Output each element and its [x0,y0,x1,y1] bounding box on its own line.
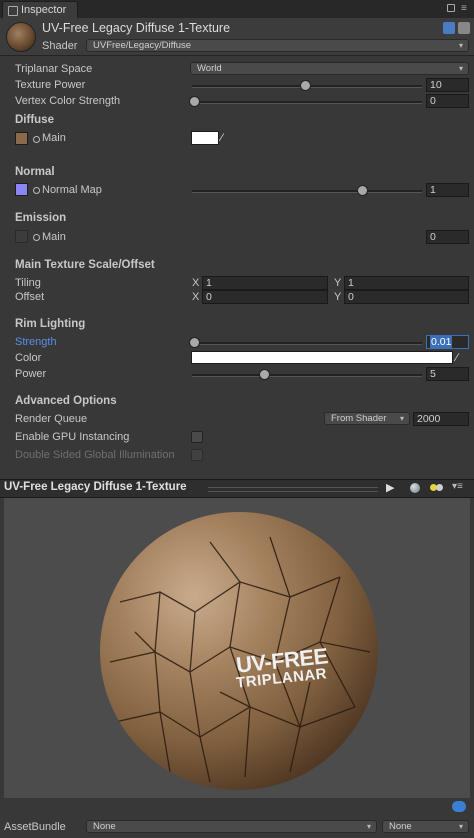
advanced-options-heading: Advanced Options [15,395,117,407]
rim-color-swatch[interactable] [191,351,453,364]
asset-bundle-label: AssetBundle [4,821,66,833]
shader-dropdown[interactable]: UVFree/Legacy/Diffuse ▾ [86,39,469,52]
rim-power-field[interactable]: 5 [426,367,469,381]
material-thumbnail [6,22,36,52]
vertex-color-strength-field[interactable]: 0 [426,94,469,108]
rim-strength-slider-track[interactable] [192,342,422,345]
normal-map-field[interactable]: 1 [426,183,469,197]
normal-heading: Normal [15,166,55,178]
help-icon[interactable] [443,22,455,34]
gpu-instancing-checkbox[interactable] [191,431,203,443]
asset-bundle-name-dropdown[interactable]: None ▾ [86,820,377,833]
lock-icon[interactable] [447,4,455,12]
sphere-preview-icon[interactable] [410,483,420,493]
scale-offset-heading: Main Texture Scale/Offset [15,259,155,271]
menu-icon[interactable]: ≡ [461,3,467,14]
vertex-color-strength-label: Vertex Color Strength [15,95,121,107]
rim-power-slider-thumb[interactable] [259,369,270,380]
texture-picker-icon[interactable] [33,234,40,241]
offset-label: Offset [15,291,45,303]
chevron-down-icon: ▾ [458,64,463,73]
diffuse-color-swatch[interactable] [191,131,219,145]
tiling-y-label: Y [334,277,342,289]
asset-bundle-variant-value: None [389,821,412,832]
rim-power-label: Power [15,368,47,380]
material-preview-sphere[interactable] [100,512,378,790]
tab-inspector-label: Inspector [21,4,67,16]
offset-y-label: Y [334,291,342,303]
rim-lighting-heading: Rim Lighting [15,318,86,330]
preview-title: UV-Free Legacy Diffuse 1-Texture [4,481,187,493]
double-sided-gi-label: Double Sided Global Illumination [15,449,175,461]
chevron-down-icon: ▾ [458,822,463,831]
tiling-x-field[interactable]: 1 [202,276,328,290]
chevron-down-icon: ▾ [458,41,463,50]
double-sided-gi-checkbox[interactable] [191,449,203,461]
offset-x-field[interactable]: 0 [202,290,328,304]
rim-strength-slider-thumb[interactable] [189,337,200,348]
chevron-down-icon: ▾ [366,822,371,831]
emission-main-label: Main [42,231,66,243]
vertex-color-slider-thumb[interactable] [189,96,200,107]
shader-label: Shader [42,40,78,52]
normal-map-slider-track[interactable] [192,190,422,193]
inspector-icon [8,6,18,16]
settings-icon[interactable] [458,22,470,34]
texture-picker-icon[interactable] [33,187,40,194]
play-icon[interactable]: ▶ [386,481,394,494]
texture-power-field[interactable]: 10 [426,78,469,92]
rim-strength-label: Strength [15,336,57,348]
preview-drag-handle[interactable] [208,487,378,492]
rim-power-slider-track[interactable] [192,374,422,377]
shader-value: UVFree/Legacy/Diffuse [93,40,192,51]
normal-map-label: Normal Map [42,184,102,196]
texture-power-slider-thumb[interactable] [300,80,311,91]
material-name: UV-Free Legacy Diffuse 1-Texture [42,21,231,35]
tab-inspector[interactable]: Inspector [2,1,78,18]
render-queue-dropdown[interactable]: From Shader ▾ [324,412,410,425]
offset-x-label: X [192,291,200,303]
texture-power-label: Texture Power [15,79,86,91]
diffuse-main-label: Main [42,132,66,144]
tiling-y-field[interactable]: 1 [344,276,469,290]
emission-heading: Emission [15,212,67,224]
tiling-label: Tiling [15,277,41,289]
diffuse-heading: Diffuse [15,114,54,126]
diffuse-texture-slot[interactable] [15,132,28,145]
preview-menu-icon[interactable]: ▾≡ [452,481,463,492]
emission-texture-slot[interactable] [15,230,28,243]
emission-field[interactable]: 0 [426,230,469,244]
eyedropper-icon[interactable]: ∕ [221,133,231,144]
rim-strength-field[interactable]: 0.01 [426,335,469,349]
texture-picker-icon[interactable] [33,136,40,143]
asset-bundle-variant-dropdown[interactable]: None ▾ [382,820,469,833]
lights-icon-secondary [436,484,443,491]
vertex-color-slider-track[interactable] [192,101,422,104]
asset-bundle-name-value: None [93,821,116,832]
render-queue-label: Render Queue [15,413,88,425]
tiling-x-label: X [192,277,200,289]
triplanar-space-dropdown[interactable]: World ▾ [190,62,469,75]
eyedropper-icon[interactable]: ∕ [456,353,466,364]
render-queue-field[interactable]: 2000 [413,412,469,426]
rim-strength-value: 0.01 [430,336,453,348]
normal-map-slider-thumb[interactable] [357,185,368,196]
gpu-instancing-label: Enable GPU Instancing [15,431,130,443]
render-queue-mode: From Shader [331,413,387,424]
offset-y-field[interactable]: 0 [344,290,469,304]
crack-pattern [109,536,371,783]
triplanar-space-label: Triplanar Space [15,63,93,75]
normal-map-texture-slot[interactable] [15,183,28,196]
tag-icon[interactable] [452,801,466,812]
triplanar-space-value: World [197,63,222,74]
chevron-down-icon: ▾ [399,414,404,423]
rim-color-label: Color [15,352,42,364]
